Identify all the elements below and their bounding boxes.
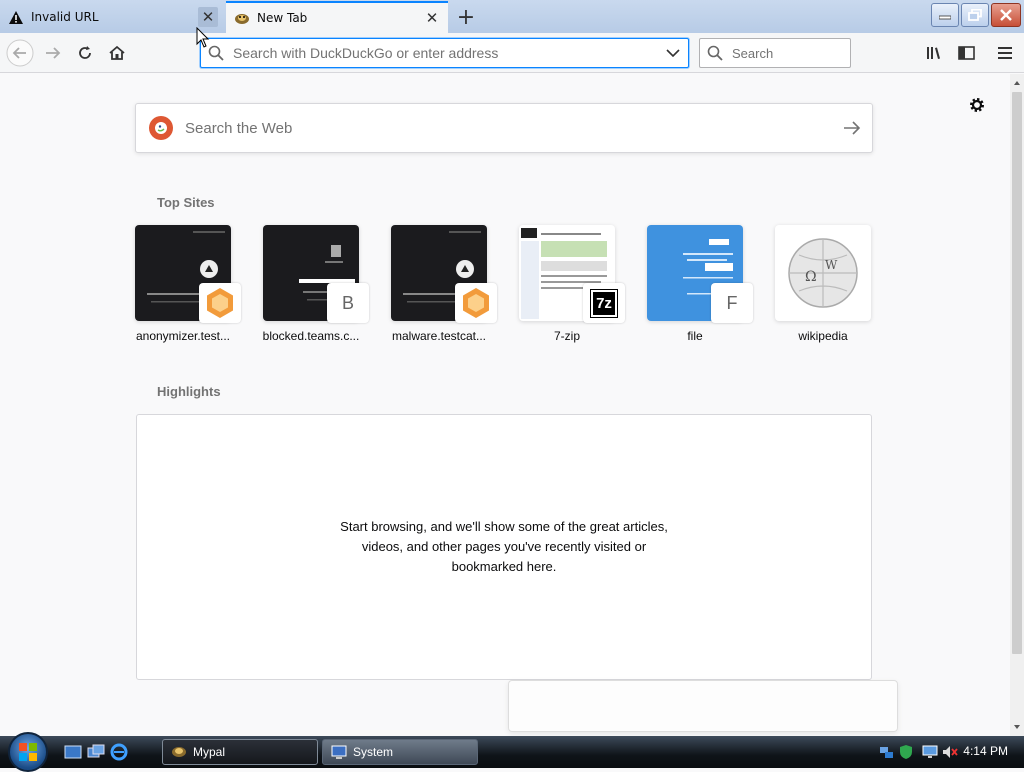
site-label: wikipedia (798, 329, 848, 343)
highlights-empty-state: Start browsing, and we'll show some of t… (136, 414, 872, 680)
top-site-tile[interactable]: 7z 7-zip (519, 225, 647, 343)
taskbar-item-mypal[interactable]: Mypal (162, 739, 318, 765)
wikipedia-globe-icon: ΩW (788, 238, 858, 308)
hamburger-icon (998, 47, 1012, 59)
home-button[interactable] (102, 38, 132, 68)
taskbar-item-system[interactable]: System (322, 739, 478, 765)
display-icon[interactable] (922, 744, 938, 760)
navigation-toolbar (0, 33, 1024, 73)
top-site-tile[interactable]: anonymizer.test... (135, 225, 263, 343)
show-desktop-icon[interactable] (64, 743, 82, 761)
window-controls (931, 3, 1021, 27)
clock: 4:14 PM (963, 744, 1008, 758)
close-tab-icon[interactable]: ✕ (198, 7, 218, 27)
site-label: 7-zip (553, 329, 580, 343)
site-icon (199, 283, 241, 323)
new-tab-button[interactable]: + (452, 3, 480, 31)
sidebar-toggle-button[interactable] (951, 38, 981, 68)
site-label: anonymizer.test... (135, 329, 231, 343)
tab-title: New Tab (257, 11, 308, 25)
top-site-tile[interactable]: ΩW wikipedia (775, 225, 903, 343)
reload-icon (79, 46, 91, 59)
sidebar-icon (957, 46, 975, 60)
back-arrow-icon (6, 39, 34, 67)
mypal-icon (171, 744, 187, 760)
taskbar-item-label: Mypal (193, 745, 226, 759)
top-sites-heading: Top Sites (157, 195, 215, 210)
site-icon-letter: F (711, 283, 753, 323)
close-icon (1000, 9, 1012, 21)
site-label: malware.testcat... (391, 329, 487, 343)
forward-arrow-icon (46, 47, 61, 59)
search-icon (700, 45, 730, 61)
internet-explorer-icon[interactable] (110, 743, 128, 761)
home-icon (109, 45, 125, 60)
url-bar[interactable] (200, 38, 689, 68)
arrow-right-icon[interactable] (832, 121, 872, 135)
site-icon-letter: B (327, 283, 369, 323)
mypal-icon (234, 10, 250, 26)
minimize-icon (939, 15, 951, 20)
chevron-down-icon[interactable] (658, 49, 688, 57)
svg-text:W: W (825, 258, 838, 272)
site-icon-7z: 7z (583, 283, 625, 323)
start-button[interactable] (8, 732, 48, 772)
shield-icon[interactable] (898, 744, 914, 760)
site-thumbnail: ΩW (775, 225, 871, 321)
restore-icon (968, 9, 982, 21)
windows-taskbar: Mypal System 4:14 PM (0, 732, 1024, 772)
settings-button[interactable] (966, 94, 988, 116)
reload-button[interactable] (70, 38, 100, 68)
restore-button[interactable] (961, 3, 989, 27)
highlights-heading: Highlights (157, 384, 221, 399)
top-site-tile[interactable]: F file (647, 225, 775, 343)
search-bar[interactable] (699, 38, 851, 68)
library-button[interactable] (920, 38, 950, 68)
vertical-scrollbar[interactable] (1010, 74, 1024, 736)
web-search-input[interactable] (183, 118, 832, 138)
close-tab-icon[interactable]: ✕ (422, 8, 442, 28)
close-window-button[interactable] (991, 3, 1021, 27)
warning-icon (8, 9, 24, 25)
fading-notification (508, 680, 898, 732)
tab-title: Invalid URL (31, 10, 99, 24)
back-button[interactable] (5, 38, 35, 68)
url-input[interactable] (231, 44, 658, 62)
minimize-button[interactable] (931, 3, 959, 27)
forward-button[interactable] (38, 38, 68, 68)
duckduckgo-logo-icon (149, 116, 173, 140)
tab-strip: Invalid URL ✕ New Tab ✕ + (0, 0, 1024, 33)
switch-windows-icon[interactable] (87, 743, 105, 761)
library-icon (927, 47, 940, 59)
search-input[interactable] (730, 44, 840, 62)
site-label: file (687, 329, 703, 343)
site-label: blocked.teams.c... (262, 329, 360, 343)
taskbar-item-label: System (353, 745, 394, 759)
volume-muted-icon[interactable] (942, 744, 958, 760)
hexagon-logo-icon (207, 288, 233, 318)
mouse-cursor-icon (196, 27, 210, 48)
tab-invalid-url[interactable]: Invalid URL ✕ (0, 1, 224, 33)
svg-text:Ω: Ω (805, 269, 817, 285)
hexagon-logo-icon (463, 288, 489, 318)
scrollbar-thumb[interactable] (1012, 92, 1022, 654)
scroll-down-arrow-icon[interactable] (1010, 720, 1024, 734)
windows-logo-icon (19, 743, 37, 761)
scroll-up-arrow-icon[interactable] (1010, 76, 1024, 90)
new-tab-page: Top Sites anonymizer.test... B block (0, 74, 1010, 736)
plus-icon: + (456, 4, 476, 30)
top-sites-grid: anonymizer.test... B blocked.teams.c... (135, 225, 903, 343)
network-icon[interactable] (878, 744, 894, 760)
system-icon (331, 744, 347, 760)
highlights-message: Start browsing, and we'll show some of t… (340, 519, 668, 574)
top-site-tile[interactable]: malware.testcat... (391, 225, 519, 343)
gear-icon (970, 98, 984, 112)
menu-button[interactable] (990, 38, 1020, 68)
top-site-tile[interactable]: B blocked.teams.c... (263, 225, 391, 343)
web-search-box[interactable] (135, 103, 873, 153)
site-icon (455, 283, 497, 323)
tab-new-tab[interactable]: New Tab ✕ (226, 1, 448, 33)
